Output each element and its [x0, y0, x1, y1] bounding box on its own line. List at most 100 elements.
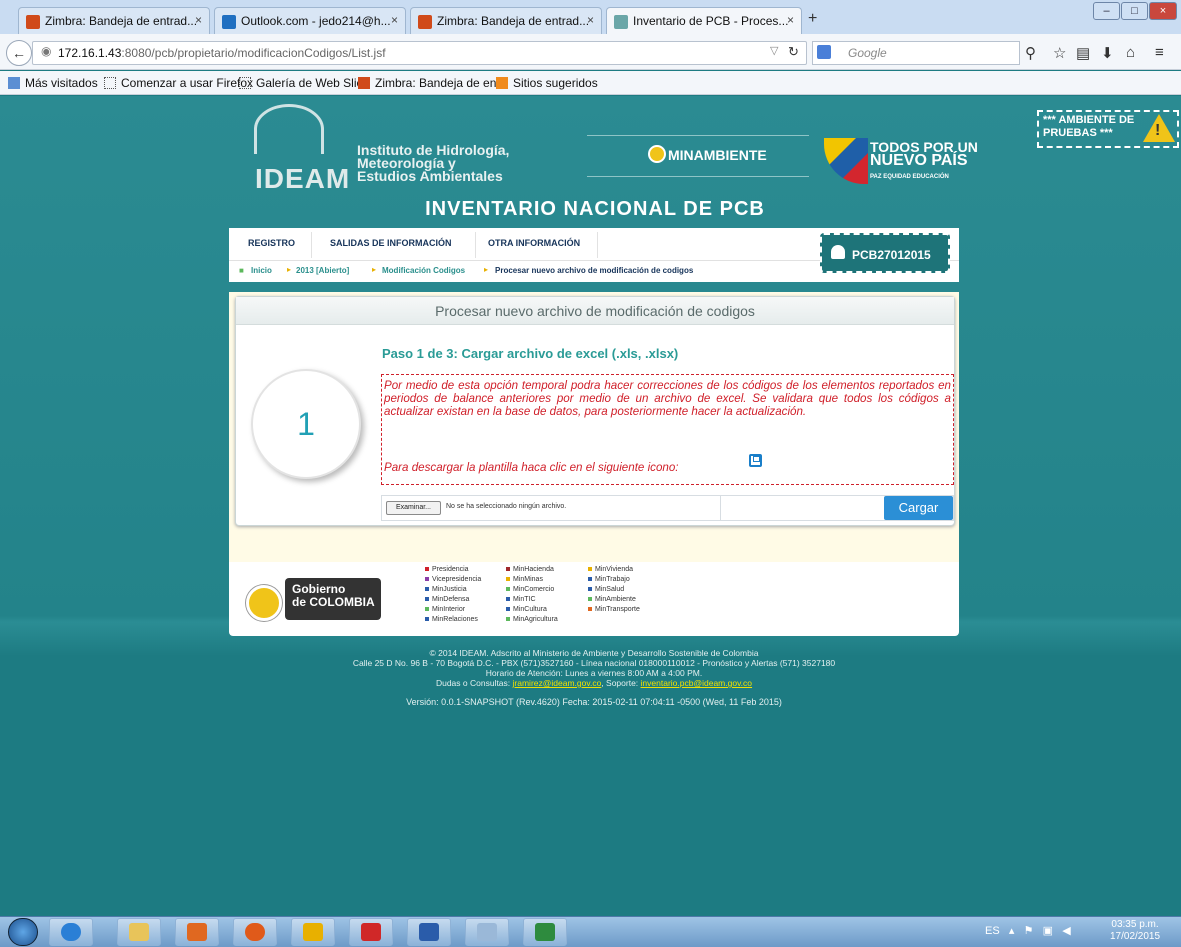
ideam-logo-icon [254, 104, 324, 154]
search-icon[interactable]: ⚲ [1025, 44, 1036, 62]
clock[interactable]: 03:35 p.m. 17/02/2015 [1110, 919, 1160, 943]
tab-label: Outlook.com - jedo214@h... [241, 14, 391, 28]
reload-icon[interactable]: ↻ [788, 44, 799, 60]
institute-line: Estudios Ambientales [357, 168, 503, 184]
dudas-email-link[interactable]: jramirez@ideam.gov.co [513, 678, 602, 688]
tab-zimbra-2[interactable]: Zimbra: Bandeja de entrad... × [410, 7, 602, 34]
ministry-link[interactable]: MinAmbiente [588, 596, 636, 603]
institute-name: Instituto de Hidrología, Meteorología y … [357, 143, 509, 184]
url-text[interactable]: 172.16.1.43:8080/pcb/propietario/modific… [58, 46, 386, 60]
network-icon[interactable]: ▣ [1043, 925, 1053, 937]
browse-button[interactable]: Examinar... [386, 501, 441, 515]
ministry-link-label: MinSalud [595, 586, 625, 593]
minimize-button[interactable]: – [1093, 2, 1120, 20]
ministry-link-label: Vicepresidencia [432, 576, 482, 583]
breadcrumb-year[interactable]: 2013 [Abierto] [296, 266, 349, 275]
save-icon[interactable] [749, 454, 762, 467]
ministry-link[interactable]: MinMinas [506, 576, 543, 583]
ministry-link[interactable]: MinTrabajo [588, 576, 630, 583]
ministry-link[interactable]: MinSalud [588, 586, 624, 593]
ministry-link[interactable]: MinVivienda [588, 566, 633, 573]
gobierno-logo[interactable]: Gobierno de COLOMBIA [285, 578, 381, 620]
tray-arrow-icon[interactable]: ▴ [1009, 925, 1015, 937]
bullet-icon [588, 607, 592, 611]
ministry-link[interactable]: MinComercio [506, 586, 554, 593]
language-indicator[interactable]: ES [985, 925, 1000, 937]
shield-icon [303, 923, 323, 941]
maximize-button[interactable]: □ [1121, 2, 1148, 20]
ministry-link[interactable]: MinJusticia [425, 586, 467, 593]
bookmark-mas-visitados[interactable]: Más visitados [8, 76, 98, 90]
ministry-link[interactable]: Presidencia [425, 566, 469, 573]
contact-line: Dudas o Consultas: jramirez@ideam.gov.co… [229, 678, 959, 688]
taskbar-outlook[interactable] [175, 918, 219, 946]
bookmark-zimbra[interactable]: Zimbra: Bandeja de en... [358, 76, 506, 90]
dropdown-arrow-icon[interactable]: ▽ [770, 44, 778, 57]
ministry-link[interactable]: Vicepresidencia [425, 576, 481, 583]
close-window-button[interactable]: × [1149, 2, 1177, 20]
ministry-link[interactable]: MinInterior [425, 606, 465, 613]
star-icon[interactable]: ☆ [1053, 44, 1066, 62]
ministry-link-label: MinTransporte [595, 606, 640, 613]
flag-icon[interactable]: ⚑ [1024, 925, 1034, 937]
taskbar-explorer[interactable] [117, 918, 161, 946]
ministry-link[interactable]: MinTransporte [588, 606, 640, 613]
bookmark-web-slice[interactable]: Galería de Web Slice [239, 76, 369, 90]
home-icon[interactable]: ⌂ [1126, 44, 1135, 61]
file-status: No se ha seleccionado ningún archivo. [446, 503, 567, 510]
bookmark-comenzar[interactable]: Comenzar a usar Firefox [104, 76, 253, 90]
menu-icon[interactable]: ≡ [1155, 44, 1164, 61]
taskbar-ie[interactable] [49, 918, 93, 946]
bullet-icon [588, 597, 592, 601]
tab-zimbra-1[interactable]: Zimbra: Bandeja de entrad... × [18, 7, 210, 34]
ministry-link[interactable]: MinAgricultura [506, 616, 558, 623]
tab-inventario[interactable]: Inventario de PCB - Proces... × [606, 7, 802, 34]
upload-button[interactable]: Cargar [884, 496, 953, 520]
taskbar-word[interactable] [407, 918, 451, 946]
menu-item-registro[interactable]: REGISTRO [248, 238, 295, 248]
taskbar-security[interactable] [291, 918, 335, 946]
menu-item-otra-informacion[interactable]: OTRA INFORMACIÓN [488, 238, 580, 248]
ministry-link[interactable]: MinCultura [506, 606, 547, 613]
tab-label: Zimbra: Bandeja de entrad... [437, 14, 590, 28]
new-tab-button[interactable]: + [808, 10, 817, 28]
tab-close-icon[interactable]: × [195, 13, 202, 27]
google-icon[interactable] [817, 45, 831, 59]
menu-item-salidas[interactable]: SALIDAS DE INFORMACIÓN [330, 238, 452, 248]
search-input[interactable] [812, 41, 1020, 65]
start-button[interactable] [8, 918, 38, 946]
clock-date: 17/02/2015 [1110, 931, 1161, 942]
back-arrow-icon[interactable]: ← [6, 40, 32, 66]
globe-icon: ◉ [41, 44, 52, 58]
taskbar-kaspersky[interactable] [349, 918, 393, 946]
taskbar-excel[interactable] [523, 918, 567, 946]
copyright-block: © 2014 IDEAM. Adscrito al Ministerio de … [229, 648, 959, 688]
address-text: Calle 25 D No. 96 B - 70 Bogotá D.C. - P… [352, 658, 836, 668]
tab-close-icon[interactable]: × [391, 13, 398, 27]
soporte-email-link[interactable]: inventario.pcb@ideam.gov.co [641, 678, 752, 688]
tab-close-icon[interactable]: × [587, 13, 594, 27]
tab-outlook[interactable]: Outlook.com - jedo214@h... × [214, 7, 406, 34]
taskbar-firefox[interactable] [233, 918, 277, 946]
breadcrumb-modificacion[interactable]: Modificación Codigos [382, 266, 465, 275]
volume-icon[interactable]: ◀ [1062, 925, 1070, 937]
download-icon[interactable]: ⬇ [1101, 44, 1114, 62]
breadcrumb-inicio[interactable]: Inicio [251, 266, 272, 275]
ministry-link[interactable]: MinDefensa [425, 596, 469, 603]
minambiente-logo[interactable]: MINAMBIENTE [668, 147, 767, 163]
ministry-link-label: MinInterior [432, 606, 466, 613]
bullet-icon [425, 607, 429, 611]
bullet-icon [425, 617, 429, 621]
panel-title: Procesar nuevo archivo de modificación d… [236, 297, 954, 325]
bookmark-sitios[interactable]: Sitios sugeridos [496, 76, 598, 90]
search-placeholder: Google [848, 46, 887, 60]
bullet-icon [506, 567, 510, 571]
taskbar-paint[interactable] [465, 918, 509, 946]
ministry-link-label: MinDefensa [432, 596, 470, 603]
ideam-logo-text[interactable]: IDEAM [255, 163, 350, 195]
ministry-link[interactable]: MinHacienda [506, 566, 554, 573]
tab-close-icon[interactable]: × [787, 13, 794, 27]
reading-list-icon[interactable]: ▤ [1076, 44, 1090, 62]
ministry-link[interactable]: MinTIC [506, 596, 536, 603]
ministry-link[interactable]: MinRelaciones [425, 616, 478, 623]
